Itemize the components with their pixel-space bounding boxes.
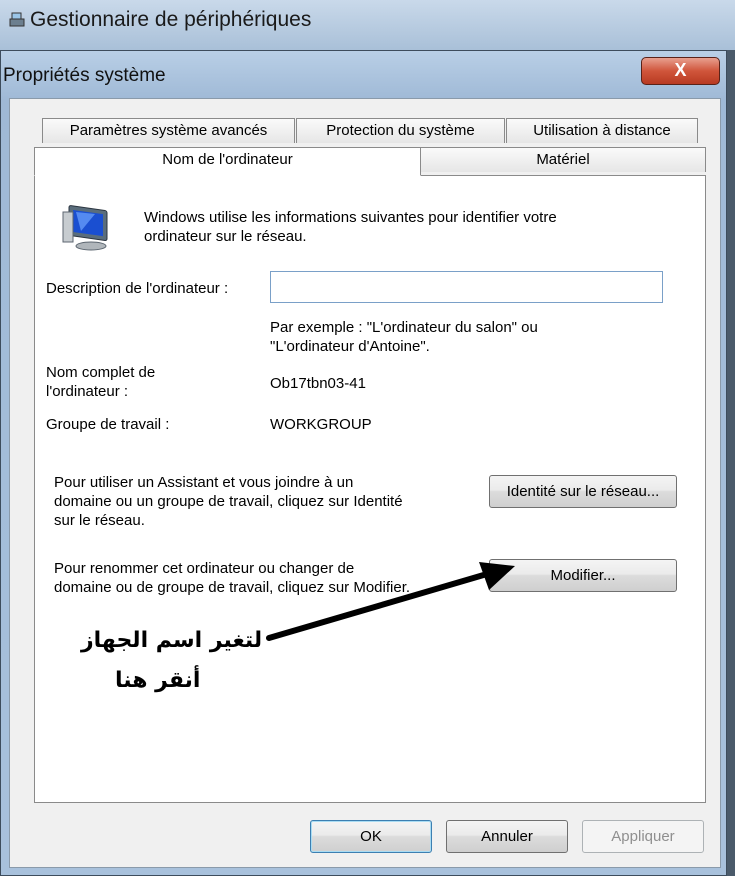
close-icon: X: [674, 60, 687, 80]
tab-remote-usage[interactable]: Utilisation à distance: [506, 118, 698, 143]
device-manager-icon: [9, 12, 25, 27]
modify-button-label: Modifier...: [550, 567, 616, 584]
assistant-text-line3: sur le réseau.: [54, 512, 145, 529]
close-button[interactable]: X: [641, 57, 720, 85]
apply-button-label: Appliquer: [611, 828, 675, 845]
ok-button[interactable]: OK: [310, 820, 432, 853]
cancel-button-label: Annuler: [481, 828, 533, 845]
tab-label: Nom de l'ordinateur: [162, 151, 293, 168]
tab-hardware[interactable]: Matériel: [420, 147, 706, 172]
tab-advanced-settings[interactable]: Paramètres système avancés: [42, 118, 295, 143]
intro-text-line2: ordinateur sur le réseau.: [144, 228, 307, 245]
example-line1: Par exemple : "L'ordinateur du salon" ou: [270, 319, 538, 336]
tab-label: Matériel: [536, 151, 590, 168]
network-id-button[interactable]: Identité sur le réseau...: [489, 475, 677, 508]
computer-icon: [62, 205, 108, 251]
cancel-button[interactable]: Annuler: [446, 820, 568, 853]
tab-system-protection[interactable]: Protection du système: [296, 118, 505, 143]
annotation-text-line1: لتغير اسم الجهاز: [81, 628, 263, 653]
tab-computer-name[interactable]: Nom de l'ordinateur: [34, 147, 421, 176]
workgroup-label: Groupe de travail :: [46, 416, 170, 433]
annotation-text-line2: أنقر هنا: [115, 668, 201, 693]
network-id-button-label: Identité sur le réseau...: [506, 483, 660, 500]
fullname-label-line1: Nom complet de: [46, 364, 156, 381]
description-label: Description de l'ordinateur :: [46, 280, 229, 297]
assistant-text-line2: domaine ou un groupe de travail, cliquez…: [54, 493, 403, 510]
fullname-label-line2: l'ordinateur :: [46, 383, 129, 400]
workgroup-value: WORKGROUP: [270, 416, 372, 433]
apply-button[interactable]: Appliquer: [582, 820, 704, 853]
dialog-title: Propriétés système: [3, 65, 166, 86]
background-window-titlebar: Gestionnaire de périphériques: [0, 0, 735, 50]
assistant-text-line1: Pour utiliser un Assistant et vous joind…: [54, 474, 354, 491]
fullname-value: Ob17tbn03-41: [270, 375, 366, 392]
tab-label: Utilisation à distance: [533, 122, 671, 139]
ok-button-label: OK: [360, 828, 382, 845]
tab-panel-computer-name: Windows utilise les informations suivant…: [34, 175, 706, 803]
tab-label: Protection du système: [326, 122, 475, 139]
intro-text-line1: Windows utilise les informations suivant…: [144, 209, 557, 226]
example-line2: "L'ordinateur d'Antoine".: [270, 338, 430, 355]
background-window-title: Gestionnaire de périphériques: [30, 8, 312, 31]
description-input[interactable]: [270, 271, 663, 303]
tab-label: Paramètres système avancés: [69, 122, 268, 139]
annotation-arrow-icon: [266, 562, 515, 641]
